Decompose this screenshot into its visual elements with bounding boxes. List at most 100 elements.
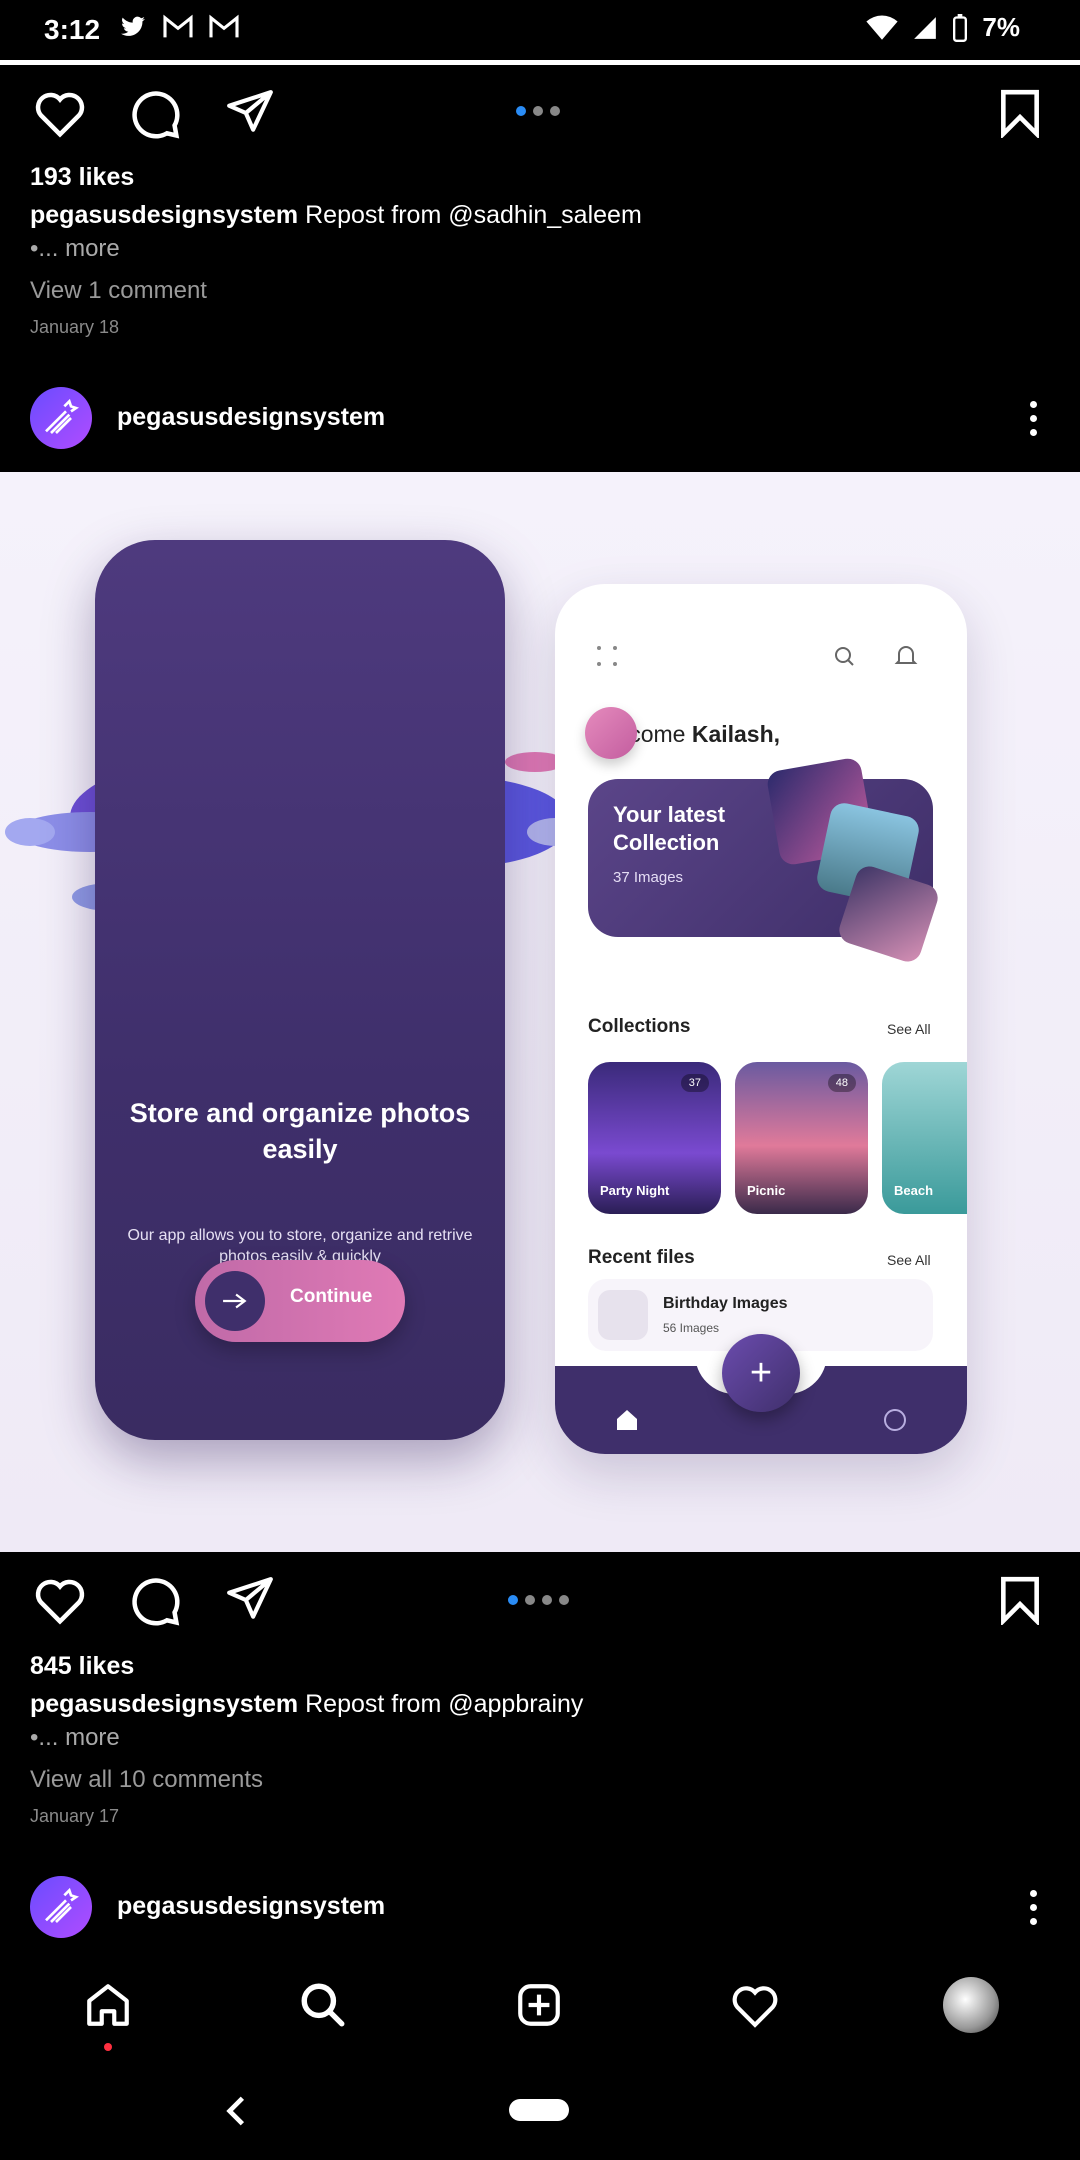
post-caption: pegasusdesignsystem Repost from @sadhin_… — [30, 201, 642, 230]
collection-tile: 48 Picnic — [735, 1062, 868, 1214]
collection-card-count: 37 Images — [613, 869, 684, 886]
like-button[interactable] — [30, 1570, 90, 1630]
comment-button[interactable] — [125, 1570, 185, 1630]
more-options-button[interactable] — [1013, 1877, 1053, 1937]
carousel-dot-active — [508, 1595, 518, 1605]
activity-icon — [732, 1986, 778, 2028]
view-comments-link[interactable]: View 1 comment — [30, 277, 207, 305]
caption-username[interactable]: pegasusdesignsystem — [30, 201, 298, 229]
post-date: January 18 — [30, 317, 120, 337]
pegasus-logo-icon — [45, 398, 80, 434]
view-comments-link[interactable]: View all 10 comments — [30, 1766, 263, 1794]
battery-percent: 7% — [982, 12, 1020, 42]
arrow-right-icon — [205, 1271, 265, 1331]
share-button[interactable] — [220, 1570, 280, 1630]
recent-see-all: See All — [887, 1252, 931, 1268]
kebab-dot — [1029, 1917, 1037, 1925]
back-icon[interactable] — [222, 2094, 250, 2128]
kebab-dot — [1029, 400, 1037, 408]
mock-chat-icon — [884, 1409, 906, 1431]
like-count[interactable]: 193 likes — [30, 163, 134, 192]
gmail-icon — [163, 14, 193, 38]
recent-files-title: Recent files — [588, 1247, 695, 1268]
twitter-icon — [121, 16, 145, 36]
continue-button: Continue — [195, 1260, 405, 1342]
kebab-dot — [1029, 414, 1037, 422]
collection-card-title: Your latest Collection — [613, 802, 726, 855]
folder-icon — [598, 1290, 648, 1340]
caption-more-link[interactable]: •... more — [30, 1724, 120, 1752]
comment-icon — [132, 91, 180, 139]
home-icon — [87, 1984, 129, 2026]
post-username[interactable]: pegasusdesignsystem — [117, 403, 385, 432]
carousel-dots — [516, 106, 560, 116]
nav-search[interactable] — [288, 1970, 358, 2040]
collections-see-all: See All — [887, 1021, 931, 1037]
post-image[interactable]: Store and organize photos easily Our app… — [0, 472, 1080, 1552]
collection-open-button — [585, 707, 637, 759]
post-username[interactable]: pegasusdesignsystem — [117, 1892, 385, 1921]
welcome-name: Kailash, — [691, 721, 781, 747]
carousel-dot — [542, 1595, 552, 1605]
collection-tile: 37 Party Night — [588, 1062, 721, 1214]
avatar[interactable] — [30, 1876, 92, 1938]
carousel-dots — [508, 1595, 569, 1605]
onboarding-title: Store and organize photos easily — [129, 1098, 471, 1164]
latest-collection-card: Your latest Collection 37 Images — [588, 756, 942, 966]
post-2-action-bar — [0, 1555, 1080, 1645]
status-notification-icons — [118, 14, 240, 40]
notification-dot — [104, 2043, 112, 2051]
story-progress-bar — [0, 60, 1080, 65]
post-3-header: pegasusdesignsystem — [0, 1862, 1080, 1952]
caption-username[interactable]: pegasusdesignsystem — [30, 1690, 298, 1718]
caption-text: Repost from @sadhin_saleem — [305, 201, 642, 229]
mock-home-icon — [617, 1410, 637, 1430]
bottom-navigation — [0, 1960, 1080, 2055]
carousel-dot — [550, 106, 560, 116]
collections-title: Collections — [588, 1016, 691, 1037]
tile-count: 48 — [827, 1074, 856, 1092]
share-icon — [227, 1577, 273, 1619]
carousel-dot — [525, 1595, 535, 1605]
tile-count: 37 — [680, 1074, 709, 1092]
tile-label: Picnic — [747, 1183, 786, 1198]
comment-icon — [132, 1578, 180, 1626]
nav-home[interactable] — [73, 1970, 143, 2040]
avatar[interactable] — [30, 387, 92, 449]
left-phone-mockup: Store and organize photos easily Our app… — [95, 540, 505, 1440]
gmail-icon-2 — [209, 14, 239, 38]
tile-label: Beach — [894, 1183, 934, 1198]
bookmark-button[interactable] — [990, 83, 1050, 143]
collection-tile: Beach — [882, 1062, 967, 1214]
signal-icon — [914, 16, 937, 39]
nav-create[interactable] — [504, 1970, 574, 2040]
like-count[interactable]: 845 likes — [30, 1652, 134, 1681]
bookmark-icon — [1001, 89, 1039, 138]
nav-profile[interactable] — [936, 1970, 1006, 2040]
kebab-dot — [1029, 1889, 1037, 1897]
bookmark-button[interactable] — [990, 1570, 1050, 1630]
pegasus-logo-icon — [45, 1887, 80, 1923]
right-phone-mockup: Welcome Kailash, Your latest Collection … — [555, 584, 967, 1454]
more-options-button[interactable] — [1013, 388, 1053, 448]
status-time: 3:12 — [44, 14, 101, 45]
continue-label: Continue — [290, 1286, 373, 1307]
status-right: 7% — [866, 12, 1020, 43]
nav-activity[interactable] — [720, 1970, 790, 2040]
like-button[interactable] — [30, 83, 90, 143]
caption-more-link[interactable]: •... more — [30, 235, 120, 263]
bookmark-icon — [1001, 1576, 1039, 1625]
comment-button[interactable] — [125, 83, 185, 143]
kebab-dot — [1029, 1903, 1037, 1911]
post-2-header: pegasusdesignsystem — [0, 373, 1080, 463]
system-navigation-bar — [0, 2070, 1080, 2160]
heart-icon — [35, 92, 85, 138]
post-1-action-bar — [0, 68, 1080, 158]
profile-icon — [943, 1977, 999, 2033]
add-icon — [518, 1984, 560, 2026]
recent-file-count: 56 Images — [663, 1321, 720, 1335]
wifi-icon — [866, 15, 899, 40]
share-button[interactable] — [220, 83, 280, 143]
kebab-dot — [1029, 428, 1037, 436]
home-gesture-pill[interactable] — [509, 2099, 569, 2121]
